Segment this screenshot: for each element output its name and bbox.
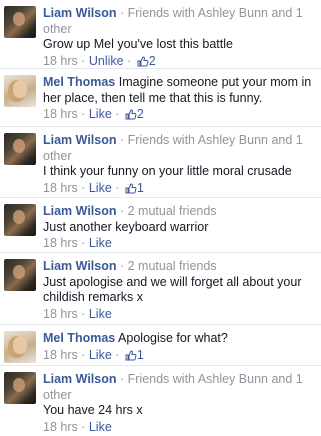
separator: · <box>77 107 89 121</box>
separator: · <box>77 347 89 362</box>
avatar[interactable] <box>4 259 36 291</box>
comment: Mel Thomas Apologise for what? 18 hrs · … <box>0 325 321 366</box>
thumbs-up-icon <box>125 349 137 366</box>
comment: Liam Wilson · 2 mutual friends Just anot… <box>0 198 321 253</box>
like-count[interactable]: 2 <box>137 107 144 121</box>
avatar[interactable] <box>4 204 36 236</box>
timestamp[interactable]: 18 hrs <box>43 420 78 434</box>
friend-info: · 2 mutual friends <box>116 259 217 273</box>
comment: Liam Wilson · 2 mutual friends Just apol… <box>0 253 321 325</box>
thumbs-up-icon <box>125 182 137 198</box>
separator: · <box>77 306 89 321</box>
like-link[interactable]: Like <box>89 107 112 121</box>
timestamp[interactable]: 18 hrs <box>43 348 78 362</box>
separator: · <box>111 347 123 362</box>
unlike-link[interactable]: Unlike <box>89 54 124 68</box>
separator: · <box>77 236 89 250</box>
timestamp[interactable]: 18 hrs <box>43 107 78 121</box>
comment-text: I think your funny on your little moral … <box>43 164 292 178</box>
avatar[interactable] <box>4 6 36 38</box>
avatar[interactable] <box>4 331 36 363</box>
author-name[interactable]: Liam Wilson <box>43 133 117 147</box>
separator: · <box>77 53 89 68</box>
comment-text: Apologise for what? <box>118 331 228 345</box>
comment-meta: 18 hrs · Like <box>43 236 315 252</box>
comment-text: Grow up Mel you've lost this battle <box>43 37 233 51</box>
author-name[interactable]: Mel Thomas <box>43 75 115 89</box>
comment-meta: 18 hrs · Like · 1 <box>43 180 315 198</box>
separator: · <box>77 180 89 195</box>
like-count[interactable]: 1 <box>137 181 144 195</box>
avatar[interactable] <box>4 75 36 107</box>
comment: Liam Wilson · Friends with Ashley Bunn a… <box>0 366 321 436</box>
comment-list: Liam Wilson · Friends with Ashley Bunn a… <box>0 0 321 436</box>
thumbs-up-icon <box>125 109 137 125</box>
comment: Liam Wilson · Friends with Ashley Bunn a… <box>0 127 321 198</box>
author-name[interactable]: Liam Wilson <box>43 6 117 20</box>
thumbs-up-icon <box>137 55 149 69</box>
like-link[interactable]: Like <box>89 181 112 195</box>
comment: Mel Thomas Imagine someone put your mom … <box>0 69 321 127</box>
separator: · <box>123 53 135 68</box>
timestamp[interactable]: 18 hrs <box>43 181 78 195</box>
comment-meta: 18 hrs · Like <box>43 420 315 436</box>
friend-info: · 2 mutual friends <box>116 204 217 218</box>
comment-meta: 18 hrs · Unlike · 2 <box>43 53 315 69</box>
timestamp[interactable]: 18 hrs <box>43 54 78 68</box>
timestamp[interactable]: 18 hrs <box>43 236 78 250</box>
author-name[interactable]: Liam Wilson <box>43 259 117 273</box>
timestamp[interactable]: 18 hrs <box>43 307 78 321</box>
comment-meta: 18 hrs · Like · 2 <box>43 107 315 125</box>
author-name[interactable]: Mel Thomas <box>43 331 115 345</box>
comment-meta: 18 hrs · Like · 1 <box>43 348 315 366</box>
like-link[interactable]: Like <box>89 420 112 434</box>
avatar[interactable] <box>4 372 36 404</box>
author-name[interactable]: Liam Wilson <box>43 204 117 218</box>
like-link[interactable]: Like <box>89 348 112 362</box>
like-link[interactable]: Like <box>89 236 112 250</box>
avatar[interactable] <box>4 133 36 165</box>
separator: · <box>111 107 123 121</box>
comment: Liam Wilson · Friends with Ashley Bunn a… <box>0 0 321 69</box>
comment-text: Just apologise and we will forget all ab… <box>43 274 302 305</box>
comment-text: You have 24 hrs x <box>43 403 143 417</box>
comment-text: Just another keyboard warrior <box>43 219 209 234</box>
like-count[interactable]: 1 <box>137 348 144 362</box>
comment-meta: 18 hrs · Like <box>43 307 315 323</box>
like-link[interactable]: Like <box>89 307 112 321</box>
like-count[interactable]: 2 <box>149 54 156 68</box>
separator: · <box>77 419 89 434</box>
author-name[interactable]: Liam Wilson <box>43 372 117 386</box>
separator: · <box>111 180 123 195</box>
